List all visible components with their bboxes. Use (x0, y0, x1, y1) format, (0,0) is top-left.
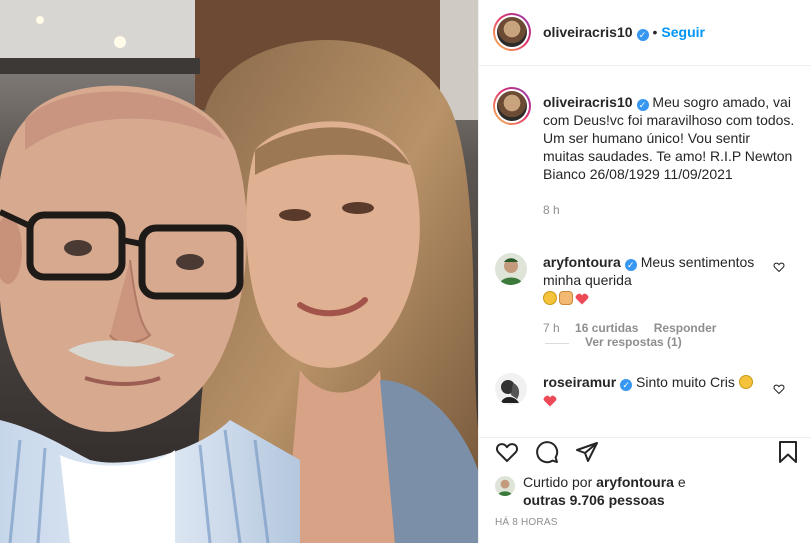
header-user-line: oliveiracris10 ✓ • Seguir (543, 24, 705, 41)
comments-list[interactable]: oliveiracris10 ✓ Meu sogro amado, vai com… (479, 67, 811, 437)
comment-item: roseiramur ✓ Sinto muito Cris (543, 373, 763, 409)
comment-icon[interactable] (535, 440, 559, 464)
caption-body: oliveiracris10 ✓ Meu sogro amado, vai com… (543, 93, 795, 183)
caption-username[interactable]: oliveiracris10 (543, 94, 633, 110)
comment-time[interactable]: 7 h (543, 321, 560, 335)
bookmark-icon[interactable] (776, 440, 800, 464)
raised-hands-icon (559, 291, 573, 305)
comment-meta: 7 h 16 curtidas Responder (543, 321, 763, 335)
comment-avatar[interactable] (495, 373, 527, 405)
post-side-panel: oliveiracris10 ✓ • Seguir oliveiracris10 ✓ M… (478, 0, 811, 543)
post-header: oliveiracris10 ✓ • Seguir (479, 0, 811, 66)
liked-by-prefix: Curtido por (523, 474, 593, 490)
red-heart-icon (543, 395, 557, 407)
comment-avatar[interactable] (495, 253, 527, 285)
sad-face-icon (738, 375, 753, 389)
liked-by-connector: e (677, 474, 686, 490)
liked-by-user[interactable]: aryfontoura (596, 474, 674, 490)
verified-badge-icon: ✓ (636, 99, 649, 111)
red-heart-icon (575, 293, 589, 305)
caption-avatar[interactable] (493, 87, 531, 125)
liker-avatar[interactable] (495, 476, 515, 496)
verified-badge-icon: ✓ (620, 379, 633, 391)
post-timestamp[interactable]: HÁ 8 HORAS (495, 517, 558, 528)
comment-likes[interactable]: 16 curtidas (575, 321, 638, 335)
heart-icon[interactable] (495, 440, 519, 464)
comment-item: aryfontoura ✓ Meus sentimentos minha quer… (543, 253, 763, 335)
header-separator: • (652, 24, 658, 40)
verified-badge-icon: ✓ (624, 259, 637, 271)
instagram-post: oliveiracris10 ✓ • Seguir oliveiracris10 ✓ M… (0, 0, 811, 543)
share-icon[interactable] (575, 440, 599, 464)
view-replies-line (545, 343, 569, 344)
post-photo[interactable] (0, 0, 478, 543)
comment-body: aryfontoura ✓ Meus sentimentos minha quer… (543, 253, 763, 307)
header-username[interactable]: oliveiracris10 (543, 24, 633, 40)
comment-text: Sinto muito Cris (636, 374, 735, 390)
caption: oliveiracris10 ✓ Meu sogro amado, vai com… (543, 93, 795, 217)
reply-button[interactable]: Responder (654, 321, 717, 335)
post-photo-illustration (0, 0, 478, 543)
comment-username[interactable]: aryfontoura (543, 254, 621, 270)
view-replies-button[interactable]: Ver respostas (1) (585, 335, 682, 349)
liked-by-summary: Curtido por aryfontoura e outras 9.706 p… (523, 473, 686, 509)
comment-body: roseiramur ✓ Sinto muito Cris (543, 373, 763, 409)
like-comment-heart-icon[interactable] (773, 261, 785, 273)
like-comment-heart-icon[interactable] (773, 383, 785, 395)
follow-button[interactable]: Seguir (661, 24, 705, 40)
author-avatar[interactable] (493, 13, 531, 51)
verified-badge-icon: ✓ (636, 29, 649, 41)
sad-face-icon (543, 291, 557, 305)
comment-username[interactable]: roseiramur (543, 374, 616, 390)
liked-by-others[interactable]: outras 9.706 pessoas (523, 492, 665, 508)
caption-time[interactable]: 8 h (543, 203, 795, 217)
